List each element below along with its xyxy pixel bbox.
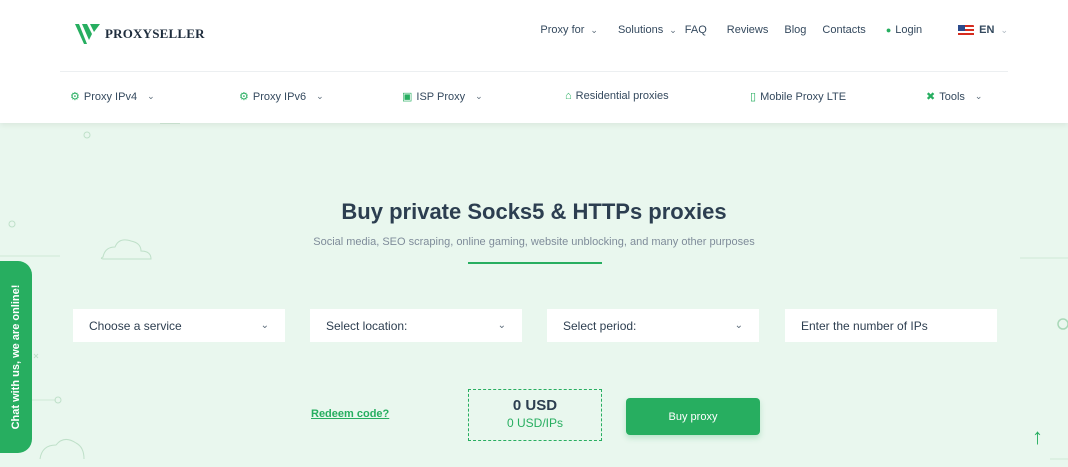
subnav-tools[interactable]: ✖ Tools ⌄ [926,90,983,104]
chevron-down-icon: ⌄ [316,91,324,101]
redeem-code-link[interactable]: Redeem code? [311,408,389,420]
tools-icon: ✖ [926,91,936,103]
user-icon: ● [885,25,892,35]
chevron-down-icon: ⌄ [475,91,483,101]
top-nav: Proxy for ⌄ Solutions ⌄ FAQ Reviews Blog… [540,24,1008,36]
chevron-down-icon: ⌄ [974,91,983,101]
subnav-label: Proxy IPv6 [252,90,307,103]
page-subtitle: Social media, SEO scraping, online gamin… [313,236,755,248]
home-icon: ⌂ [565,90,572,102]
price-per-ip: 0 USD/IPs [506,416,563,430]
logo-icon [75,24,100,44]
nav-label: Blog [784,24,807,36]
nav-label: Contacts [822,24,866,36]
site-header: PROXYSELLER Proxy for ⌄ Solutions ⌄ FAQ … [0,0,1068,123]
logo[interactable]: PROXYSELLER [74,22,205,46]
page-title: Buy private Socks5 & HTTPs proxies [341,199,727,224]
language-selector[interactable]: EN ⌄ [958,24,1008,36]
subnav-residential-proxies[interactable]: ⌂ Residential proxies [565,90,669,102]
top-bar: PROXYSELLER Proxy for ⌄ Solutions ⌄ FAQ … [60,0,1008,72]
nav-label: Proxy for [540,24,585,36]
nav-contacts[interactable]: Contacts [822,24,865,36]
us-flag-icon [958,24,975,36]
login-label: Login [895,24,923,36]
language-label: EN [979,24,995,36]
subnav-proxy-ipv6[interactable]: ⚙ Proxy IPv6 ⌄ [239,90,324,104]
product-nav: ⚙ Proxy IPv4 ⌄ ⚙ Proxy IPv6 ⌄ ▣ ISP Prox… [60,72,1008,122]
location-select-value: Select location: [326,318,408,333]
ip-count-input[interactable]: Enter the number of IPs [785,309,997,342]
scroll-to-top-icon[interactable]: ↑ [1032,424,1043,450]
nav-proxy-for[interactable]: Proxy for ⌄ [540,24,598,36]
chevron-down-icon: ⌄ [669,24,677,35]
buy-proxy-button[interactable]: Buy proxy [626,398,760,435]
service-select-value: Choose a service [89,318,182,333]
globe-icon: ⚙ [70,91,80,103]
nav-label: Reviews [726,24,769,36]
globe-icon: ⚙ [239,91,249,103]
mobile-icon: ▯ [750,91,757,103]
chevron-down-icon: ⌄ [1000,24,1008,35]
period-select[interactable]: Select period: ⌄ [547,309,759,342]
total-price: 0 USD [512,397,558,414]
subnav-proxy-ipv4[interactable]: ⚙ Proxy IPv4 ⌄ [70,90,155,104]
chevron-down-icon: ⌄ [147,91,155,101]
chat-label: Chat with us, we are online! [10,284,22,430]
nav-blog[interactable]: Blog [784,24,806,36]
nav-label: Solutions [617,24,664,36]
chevron-down-icon: ⌄ [734,320,743,331]
monitor-icon: ▣ [402,91,413,103]
period-select-value: Select period: [563,318,637,333]
subnav-label: Mobile Proxy LTE [760,90,847,103]
chevron-down-icon: ⌄ [260,320,269,331]
subnav-label: ISP Proxy [416,90,466,103]
nav-solutions[interactable]: Solutions ⌄ [618,24,677,36]
nav-reviews[interactable]: Reviews [727,24,769,36]
ip-count-placeholder: Enter the number of IPs [801,318,928,333]
chevron-down-icon: ⌄ [590,24,598,35]
location-select[interactable]: Select location: ⌄ [310,309,522,342]
subnav-label: Proxy IPv4 [83,90,138,103]
subnav-label: Tools [939,90,965,103]
title-underline [468,262,602,264]
nav-faq[interactable]: FAQ [685,24,707,36]
price-box: 0 USD 0 USD/IPs [468,389,602,441]
nav-label: FAQ [684,24,707,36]
service-select[interactable]: Choose a service ⌄ [73,309,285,342]
subnav-label: Residential proxies [575,90,669,102]
chat-widget-tab[interactable]: Chat with us, we are online! [0,261,32,453]
login-link[interactable]: ● Login [886,24,922,36]
subnav-isp-proxy[interactable]: ▣ ISP Proxy ⌄ [402,90,483,104]
chevron-down-icon: ⌄ [497,320,506,331]
logo-text: PROXYSELLER [105,26,205,41]
subnav-mobile-proxy-lte[interactable]: ▯ Mobile Proxy LTE [750,90,847,104]
